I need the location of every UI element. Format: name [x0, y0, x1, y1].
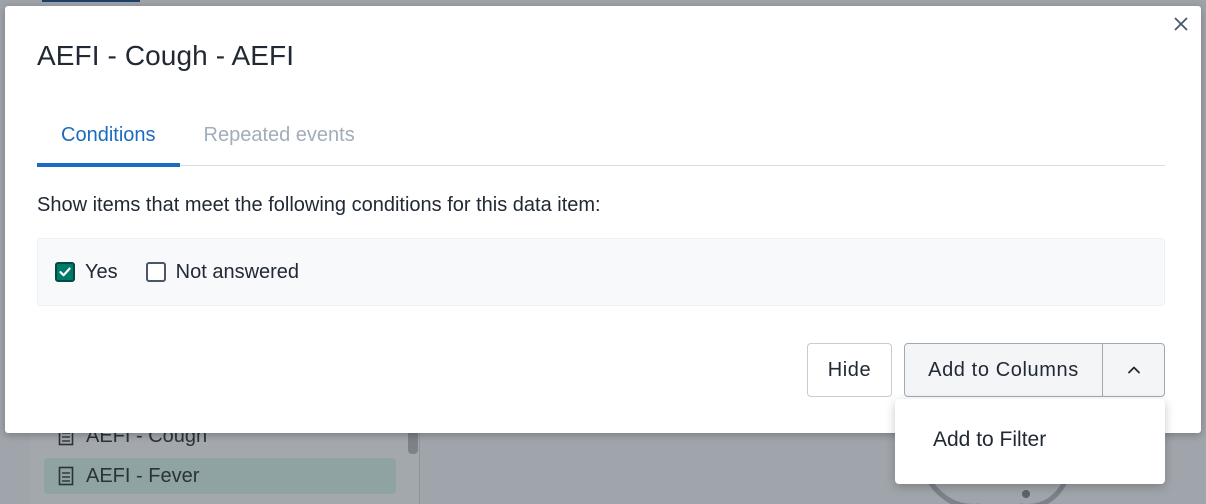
sidebar-item-label: AEFI - Fever [86, 464, 200, 487]
conditions-description: Show items that meet the following condi… [37, 194, 601, 216]
conditions-panel: Yes Not answered [37, 238, 1165, 306]
condition-yes[interactable]: Yes [55, 261, 118, 284]
sidebar-item-aefi-fever: AEFI - Fever [44, 458, 396, 494]
split-menu-toggle[interactable] [1103, 344, 1164, 396]
menu-item-add-to-filter[interactable]: Add to Filter [895, 411, 1165, 469]
checkbox-yes[interactable] [55, 262, 75, 282]
close-button[interactable] [1169, 12, 1193, 36]
hide-button[interactable]: Hide [807, 343, 892, 397]
split-button-menu: Add to Filter [895, 399, 1165, 484]
checkbox-not-answered[interactable] [145, 262, 166, 282]
modal-title: AEFI - Cough - AEFI [37, 40, 295, 71]
condition-label: Yes [85, 260, 118, 283]
data-item-icon [58, 466, 74, 486]
add-to-columns-split-button: Add to Columns [904, 343, 1165, 397]
tab-repeated-events[interactable]: Repeated events [180, 104, 379, 166]
add-to-columns-button[interactable]: Add to Columns [905, 344, 1103, 396]
background-tab-indicator [42, 0, 140, 2]
modal-tabs: Conditions Repeated events [37, 104, 1165, 167]
tab-conditions[interactable]: Conditions [37, 104, 180, 167]
condition-not-answered[interactable]: Not answered [145, 260, 300, 284]
chevron-up-icon [1127, 366, 1140, 374]
close-icon [1174, 17, 1188, 31]
condition-label: Not answered [175, 260, 300, 283]
conditions-modal: AEFI - Cough - AEFI Conditions Repeated … [5, 6, 1201, 433]
checkmark-icon [59, 267, 71, 277]
